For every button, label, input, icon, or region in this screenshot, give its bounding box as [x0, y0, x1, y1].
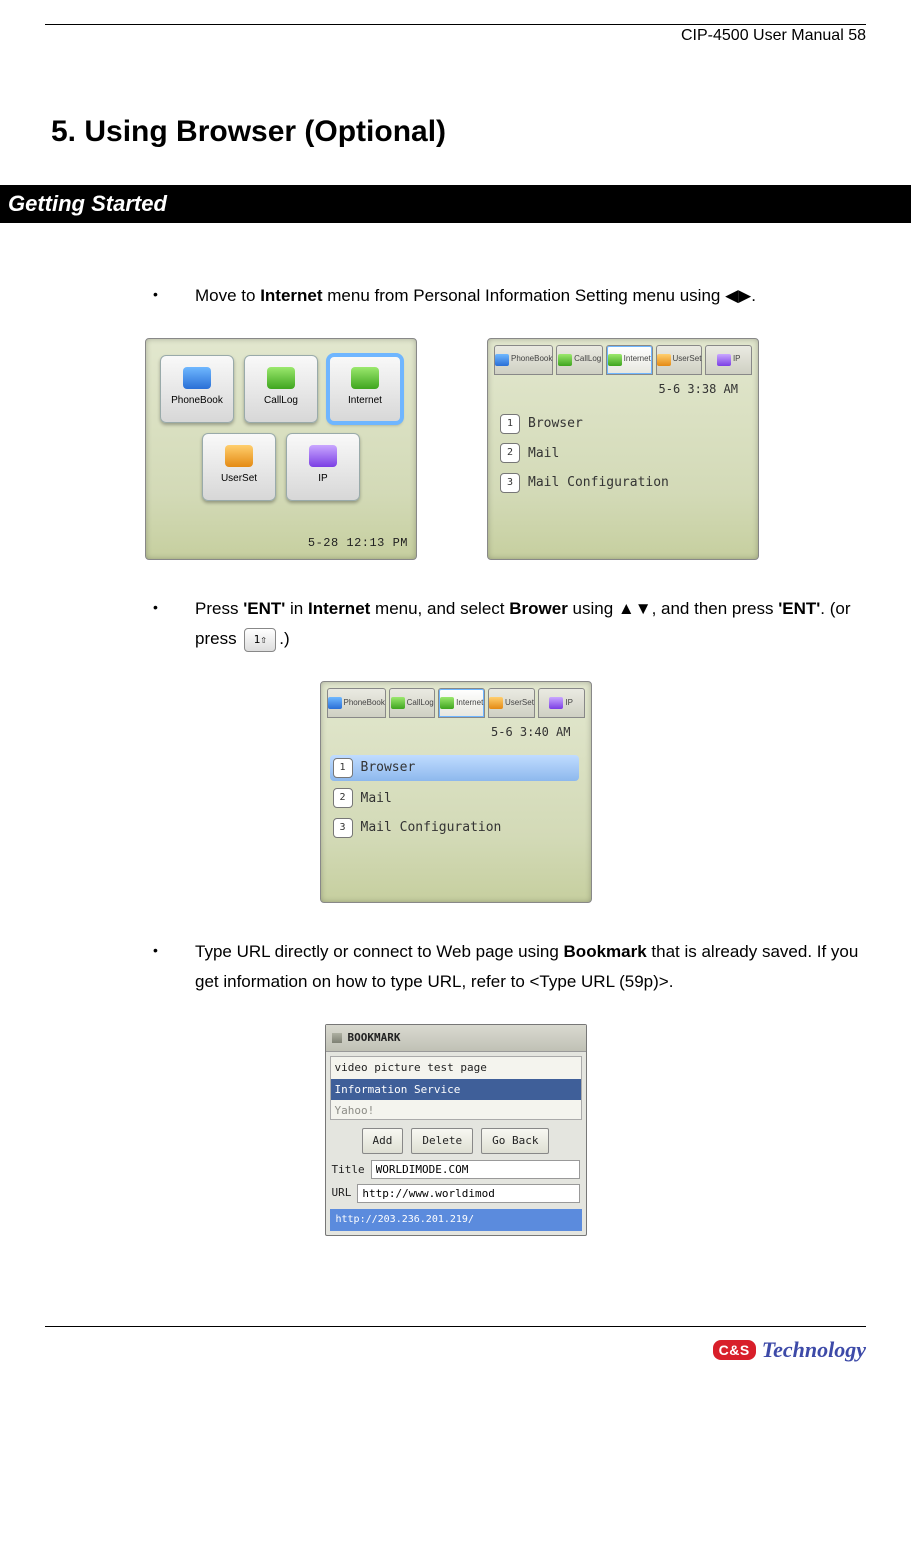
tab-calllog[interactable]: CallLog [556, 345, 603, 375]
bookmark-status-url: http://203.236.201.219/ [330, 1209, 582, 1231]
bookmark-item[interactable]: Yahoo! [331, 1100, 581, 1119]
app-calllog[interactable]: CallLog [244, 355, 318, 423]
tab-userset[interactable]: UserSet [656, 345, 703, 375]
bookmark-url-input[interactable] [357, 1184, 579, 1203]
menu-item-browser[interactable]: 1Browser [330, 755, 579, 780]
app-ip[interactable]: IP [286, 433, 360, 501]
app-userset[interactable]: UserSet [202, 433, 276, 501]
clock-label: 5-6 3:38 AM [488, 375, 758, 403]
phonebook-icon [183, 367, 211, 389]
step-2: Press 'ENT' in Internet menu, and select… [45, 594, 866, 655]
go-back-button[interactable]: Go Back [481, 1128, 549, 1154]
brand-badge: C&S [713, 1340, 756, 1360]
tab-ip[interactable]: IP [705, 345, 752, 375]
section-heading: Getting Started [0, 185, 911, 223]
screenshot-row-2: PhoneBook CallLog Internet UserSet IP 5-… [45, 681, 866, 903]
menu-screenshot-home: PhoneBook CallLog Internet UserSet IP 5-… [145, 338, 417, 560]
clock-label: 5-28 12:13 PM [308, 533, 408, 555]
bookmark-item[interactable]: video picture test page [331, 1057, 581, 1079]
bookmark-url-label: URL [332, 1183, 352, 1203]
brand-text: Technology [762, 1337, 866, 1363]
header-line: CIP-4500 User Manual 58 [45, 27, 866, 45]
menu-item-mail[interactable]: 2Mail [500, 442, 746, 465]
tab-ip[interactable]: IP [538, 688, 585, 718]
arrow-left-right-icon: ◀▶ [725, 286, 751, 305]
menu-screenshot-browser-selected: PhoneBook CallLog Internet UserSet IP 5-… [320, 681, 592, 903]
tab-phonebook[interactable]: PhoneBook [327, 688, 386, 718]
app-internet[interactable]: Internet [328, 355, 402, 423]
bookmark-list: video picture test page Information Serv… [330, 1056, 582, 1120]
page-number: 58 [848, 27, 866, 44]
step-3: Type URL directly or connect to Web page… [45, 937, 866, 998]
tab-calllog[interactable]: CallLog [389, 688, 436, 718]
menu-item-mailconfig[interactable]: 3Mail Configuration [500, 471, 746, 494]
tab-internet[interactable]: Internet [438, 688, 485, 718]
userset-icon [225, 445, 253, 467]
menu-item-mail[interactable]: 2Mail [333, 787, 579, 810]
app-phonebook[interactable]: PhoneBook [160, 355, 234, 423]
tab-phonebook[interactable]: PhoneBook [494, 345, 553, 375]
bookmark-item[interactable]: Information Service [331, 1079, 581, 1101]
keypad-1-key-icon: 1⇧ [244, 628, 276, 652]
screenshot-row-1: PhoneBook CallLog Internet UserSet IP 5-… [145, 338, 866, 560]
bookmark-title-label: Title [332, 1160, 365, 1180]
calllog-icon [267, 367, 295, 389]
tab-userset[interactable]: UserSet [488, 688, 535, 718]
page-footer: C&S Technology [45, 1326, 866, 1381]
brand-logo: C&S Technology [713, 1337, 866, 1363]
add-button[interactable]: Add [362, 1128, 404, 1154]
bookmark-screenshot: BOOKMARK video picture test page Informa… [325, 1024, 587, 1236]
bookmark-icon [332, 1033, 342, 1043]
doc-title: CIP-4500 User Manual [681, 27, 844, 44]
bookmark-title-input[interactable] [371, 1160, 580, 1179]
tab-internet[interactable]: Internet [606, 345, 653, 375]
bookmark-titlebar: BOOKMARK [326, 1025, 586, 1052]
ip-icon [309, 445, 337, 467]
clock-label: 5-6 3:40 AM [321, 718, 591, 746]
arrow-up-down-icon: ▲▼ [618, 599, 652, 618]
step-1: Move to Internet menu from Personal Info… [45, 281, 866, 312]
chapter-title: 5. Using Browser (Optional) [51, 115, 866, 149]
menu-item-browser[interactable]: 1Browser [500, 412, 746, 435]
internet-icon [351, 367, 379, 389]
delete-button[interactable]: Delete [411, 1128, 473, 1154]
menu-screenshot-internet: PhoneBook CallLog Internet UserSet IP 5-… [487, 338, 759, 560]
menu-item-mailconfig[interactable]: 3Mail Configuration [333, 816, 579, 839]
